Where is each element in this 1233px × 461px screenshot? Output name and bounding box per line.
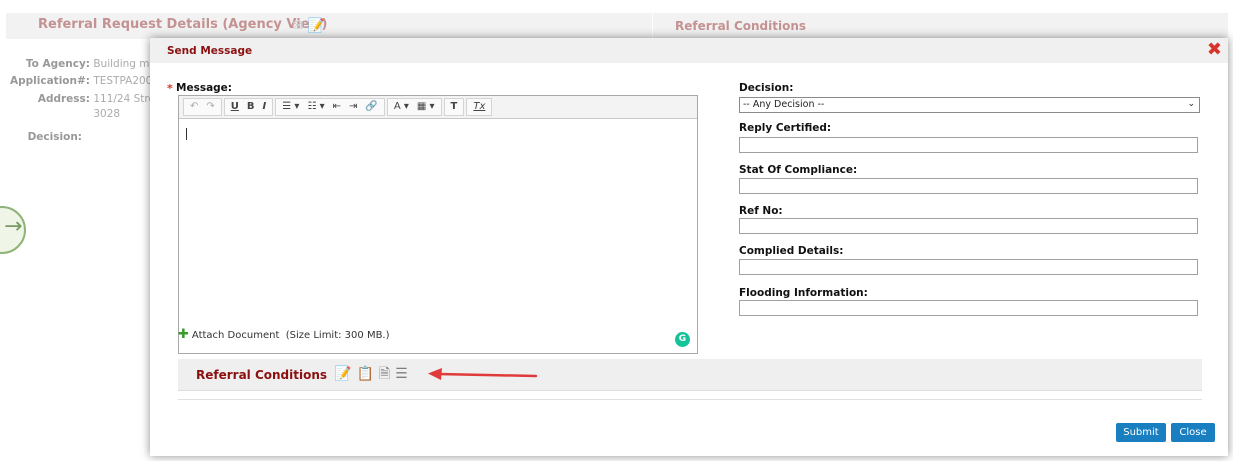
add-condition-icon[interactable]: 📝 <box>334 365 351 383</box>
referral-conditions-title: Referral Conditions <box>196 368 328 382</box>
modal-header: Send Message ✖ <box>150 38 1228 63</box>
underline-icon[interactable]: U <box>227 100 243 114</box>
redo-icon[interactable]: ↷ <box>202 100 218 114</box>
complied-details-input[interactable] <box>739 259 1198 275</box>
background-title: Referral Request Details (Agency View) <box>38 17 328 32</box>
decision-selected-value: -- Any Decision -- <box>743 99 825 110</box>
referral-conditions-toolbar: 📝 📋 🗎 ☰ <box>334 365 408 383</box>
required-marker: * <box>167 82 173 95</box>
text-format-icon[interactable]: T <box>447 100 462 114</box>
table-icon[interactable]: ▦ ▾ <box>413 100 439 114</box>
undo-icon[interactable]: ↶ <box>186 100 202 114</box>
ref-no-label: Ref No: <box>739 205 783 217</box>
import-condition-icon[interactable]: 🗎 <box>379 365 390 383</box>
numbered-list-icon[interactable]: ☷ ▾ <box>303 100 328 114</box>
message-label: Message: <box>176 82 232 94</box>
chevron-down-icon: ⌄ <box>1187 99 1195 109</box>
flooding-info-label: Flooding Information: <box>739 287 868 299</box>
complied-details-label: Complied Details: <box>739 245 844 257</box>
referral-conditions-bar: Referral Conditions 📝 📋 🗎 ☰ <box>178 359 1202 391</box>
bold-icon[interactable]: B <box>243 100 259 114</box>
bullet-list-icon[interactable]: ☰ ▾ <box>278 100 303 114</box>
grammarly-icon[interactable]: G <box>675 332 690 347</box>
font-color-icon[interactable]: A ▾ <box>390 100 413 114</box>
arrow-right-icon: → <box>4 214 23 239</box>
indent-icon[interactable]: ⇥ <box>345 100 361 114</box>
copy-condition-icon[interactable]: 📋 <box>356 365 373 383</box>
plus-icon: ✚ <box>178 327 189 342</box>
stat-compliance-label: Stat Of Compliance: <box>739 164 858 176</box>
bg-field-address: Address: 111/24 Strez <box>37 93 161 105</box>
modal-title: Send Message <box>167 45 253 57</box>
link-icon[interactable]: 🔗 <box>361 100 381 114</box>
background-right-title: Referral Conditions <box>675 19 807 33</box>
reply-certified-label: Reply Certified: <box>739 122 832 134</box>
bg-field-application: Application#: TESTPA2000 <box>10 75 160 87</box>
reply-certified-input[interactable] <box>739 137 1198 153</box>
editor-toolbar: ↶ ↷ U B I ☰ ▾ ☷ ▾ ⇤ ⇥ 🔗 A ▾ ▦ ▾ T Tx <box>179 96 697 119</box>
flooding-info-input[interactable] <box>739 300 1198 316</box>
clear-format-icon[interactable]: Tx <box>469 100 489 114</box>
submit-button[interactable]: Submit <box>1116 423 1166 442</box>
decision-label: Decision: <box>739 82 794 94</box>
decision-select[interactable]: -- Any Decision -- ⌄ <box>739 97 1200 113</box>
close-icon[interactable]: ✖ <box>1207 40 1222 60</box>
bg-field-decision: Decision: <box>27 131 82 143</box>
ref-no-input[interactable] <box>739 218 1198 234</box>
mail-icon: ✉ <box>292 18 308 34</box>
attach-label: Attach Document <box>191 330 280 341</box>
next-arrow-button[interactable]: → <box>0 206 26 254</box>
text-caret <box>186 128 187 140</box>
send-message-modal: Send Message ✖ * Message: ↶ ↷ U B I ☰ ▾ … <box>150 38 1228 456</box>
annotation-arrow-icon <box>428 368 538 380</box>
message-editor[interactable]: ↶ ↷ U B I ☰ ▾ ☷ ▾ ⇤ ⇥ 🔗 A ▾ ▦ ▾ T Tx G <box>178 95 698 354</box>
referral-conditions-body <box>178 391 1202 400</box>
close-button[interactable]: Close <box>1171 423 1215 442</box>
edit-doc-icon: 📝 <box>307 18 330 34</box>
stat-compliance-input[interactable] <box>739 178 1198 194</box>
attach-document-link[interactable]: ✚ Attach Document (Size Limit: 300 MB.) <box>178 327 390 342</box>
italic-icon[interactable]: I <box>259 100 271 114</box>
bg-field-address-line2: 3028 <box>93 108 121 120</box>
attach-size-note: (Size Limit: 300 MB.) <box>285 330 390 341</box>
background-header-icons: ✉📝 <box>292 18 329 34</box>
outdent-icon[interactable]: ⇤ <box>329 100 345 114</box>
list-icon[interactable]: ☰ <box>395 365 408 383</box>
bg-field-to-agency: To Agency: Building mer <box>25 58 161 70</box>
header-separator <box>652 13 653 39</box>
